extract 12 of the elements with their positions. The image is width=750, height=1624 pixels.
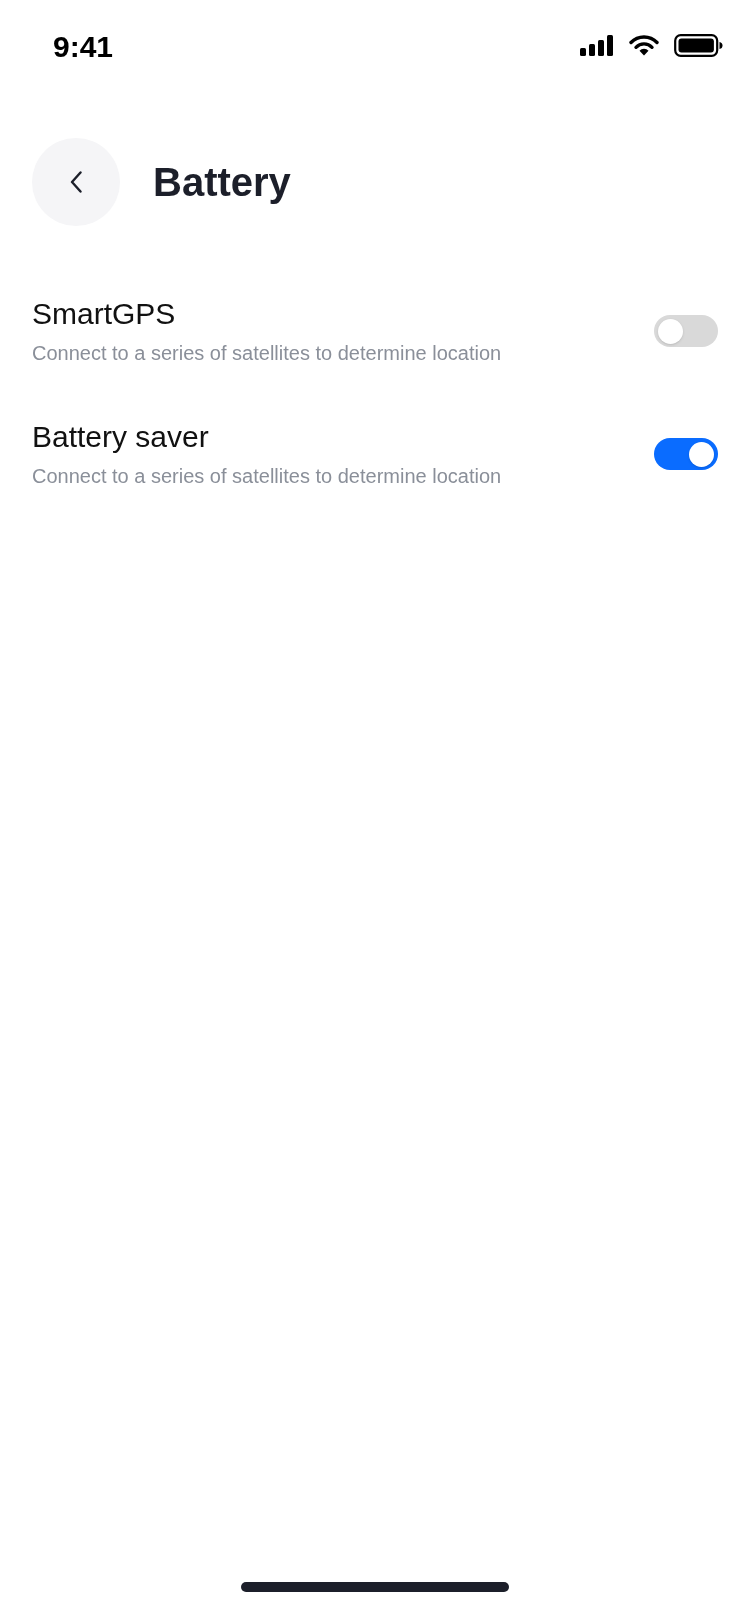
setting-title: Battery saver <box>32 419 210 455</box>
setting-description: Connect to a series of satellites to determine location <box>32 341 502 366</box>
toggle-switch[interactable] <box>654 438 718 470</box>
status-time: 9:41 <box>53 29 114 65</box>
setting-title: SmartGPS <box>32 296 177 332</box>
toggle-switch[interactable] <box>654 315 718 347</box>
signal-icon <box>580 35 614 56</box>
page-title: Battery <box>153 159 291 206</box>
chevron-left-icon <box>70 171 82 193</box>
wifi-icon <box>629 35 659 56</box>
battery-icon <box>674 34 723 57</box>
setting-description: Connect to a series of satellites to determine location <box>32 464 502 489</box>
